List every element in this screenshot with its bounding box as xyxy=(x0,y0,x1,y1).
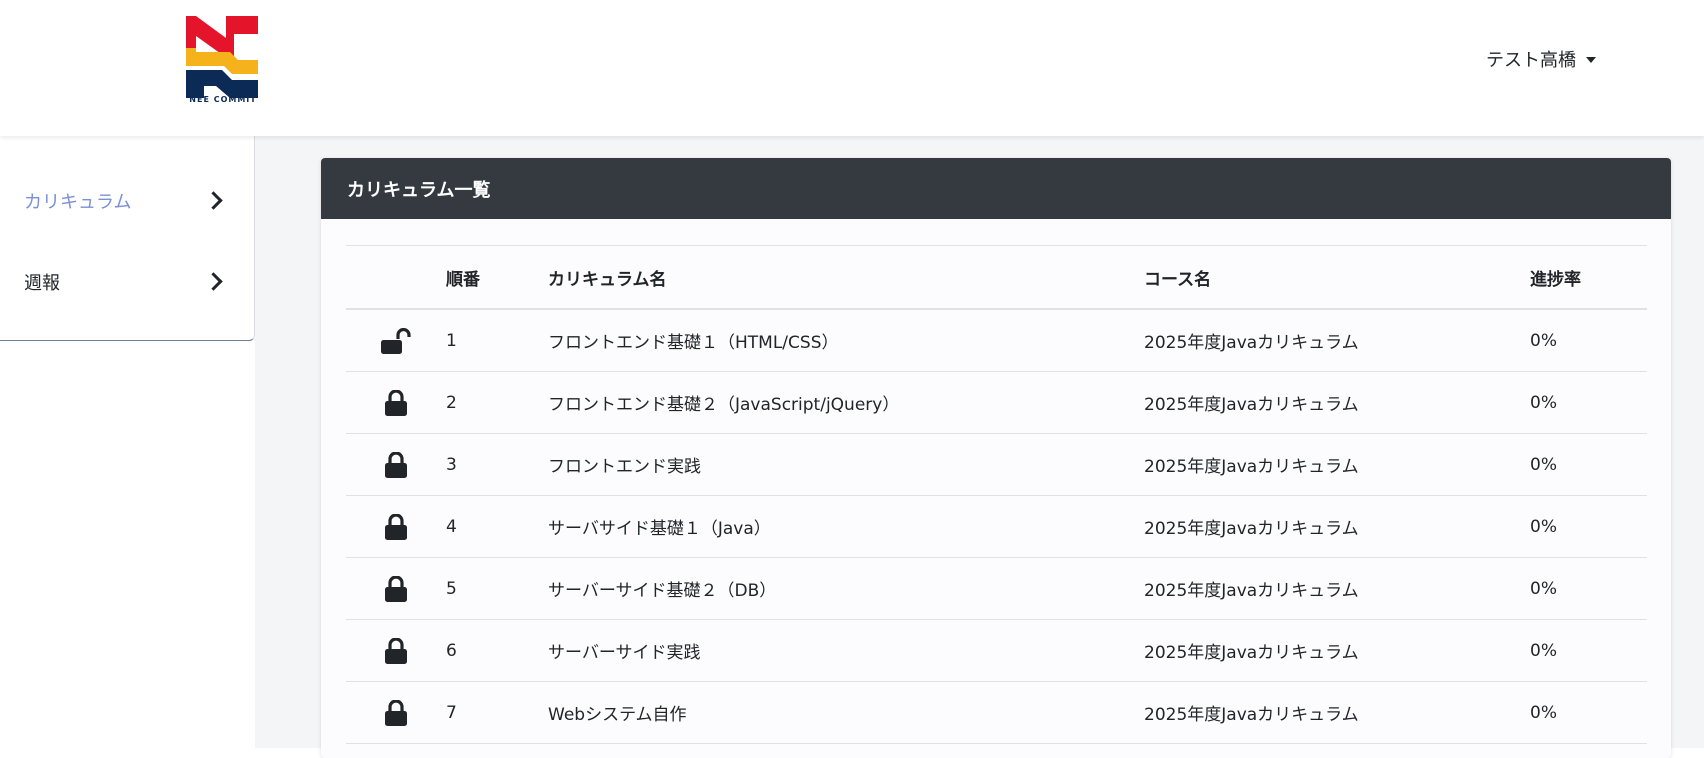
header-progress: 進捗率 xyxy=(1530,269,1581,290)
card-title: カリキュラム一覧 xyxy=(321,158,1671,219)
row-order: 5 xyxy=(446,578,457,599)
curriculum-card: カリキュラム一覧 順番 カリキュラム名 コース名 進捗率 1 フロントエンド基礎１… xyxy=(321,158,1671,758)
table-row[interactable]: 2 フロントエンド基礎２（JavaScript/jQuery） 2025年度Java… xyxy=(346,372,1647,434)
table-row[interactable]: 4 サーバサイド基礎１（Java） 2025年度Javaカリキュラム 0% xyxy=(346,496,1647,558)
row-course-name: 2025年度Javaカリキュラム xyxy=(1144,333,1359,353)
sidebar-nav: カリキュラム 週報 xyxy=(0,136,255,341)
sidebar-item-label: カリキュラム xyxy=(24,191,132,213)
table-row[interactable]: 5 サーバーサイド基礎２（DB） 2025年度Javaカリキュラム 0% xyxy=(346,558,1647,620)
lock-icon xyxy=(346,513,446,540)
row-progress: 0% xyxy=(1530,516,1557,537)
row-order: 6 xyxy=(446,640,457,661)
sidebar-item-curriculum[interactable]: カリキュラム xyxy=(0,160,254,241)
row-course-name: 2025年度Javaカリキュラム xyxy=(1144,457,1359,477)
sidebar-item-label: 週報 xyxy=(24,272,60,294)
row-course-name: 2025年度Javaカリキュラム xyxy=(1144,519,1359,539)
row-course-name: 2025年度Javaカリキュラム xyxy=(1144,705,1359,725)
row-progress: 0% xyxy=(1530,330,1557,351)
row-order: 3 xyxy=(446,454,457,475)
row-curriculum-name: フロントエンド実践 xyxy=(548,457,701,477)
row-order: 4 xyxy=(446,516,457,537)
row-curriculum-name: Webシステム自作 xyxy=(548,705,687,725)
caret-down-icon xyxy=(1586,57,1596,63)
chevron-right-icon xyxy=(204,191,223,210)
lock-icon xyxy=(346,389,446,416)
sidebar: カリキュラム 週報 xyxy=(0,136,255,748)
chevron-right-icon xyxy=(204,272,223,291)
curriculum-table: 順番 カリキュラム名 コース名 進捗率 1 フロントエンド基礎１（HTML/CSS… xyxy=(346,245,1647,744)
user-name: テスト高橋 xyxy=(1486,50,1576,71)
unlock-icon xyxy=(346,327,446,354)
logo-text: NEE COMMIT xyxy=(189,95,257,104)
user-menu-dropdown[interactable]: テスト高橋 xyxy=(1486,46,1596,72)
row-course-name: 2025年度Javaカリキュラム xyxy=(1144,643,1359,663)
table-row[interactable]: 1 フロントエンド基礎１（HTML/CSS） 2025年度Javaカリキュラム 0% xyxy=(346,310,1647,372)
row-progress: 0% xyxy=(1530,392,1557,413)
row-progress: 0% xyxy=(1530,578,1557,599)
lock-icon xyxy=(346,699,446,726)
row-curriculum-name: フロントエンド基礎１（HTML/CSS） xyxy=(548,333,839,353)
table-row[interactable]: 3 フロントエンド実践 2025年度Javaカリキュラム 0% xyxy=(346,434,1647,496)
row-curriculum-name: サーバーサイド実践 xyxy=(548,643,701,663)
row-progress: 0% xyxy=(1530,640,1557,661)
row-curriculum-name: サーバーサイド基礎２（DB） xyxy=(548,581,777,601)
row-order: 7 xyxy=(446,702,457,723)
row-curriculum-name: フロントエンド基礎２（JavaScript/jQuery） xyxy=(548,395,900,415)
row-progress: 0% xyxy=(1530,702,1557,723)
header-curriculum-name: カリキュラム名 xyxy=(548,269,667,290)
row-course-name: 2025年度Javaカリキュラム xyxy=(1144,395,1359,415)
table-row[interactable]: 6 サーバーサイド実践 2025年度Javaカリキュラム 0% xyxy=(346,620,1647,682)
main-content: カリキュラム一覧 順番 カリキュラム名 コース名 進捗率 1 フロントエンド基礎１… xyxy=(255,136,1704,758)
lock-icon xyxy=(346,575,446,602)
app-header: NEE COMMIT テスト高橋 xyxy=(0,0,1704,136)
header-order: 順番 xyxy=(446,269,480,290)
lock-icon xyxy=(346,451,446,478)
table-row[interactable]: 7 Webシステム自作 2025年度Javaカリキュラム 0% xyxy=(346,682,1647,744)
row-order: 1 xyxy=(446,330,457,351)
row-order: 2 xyxy=(446,392,457,413)
row-progress: 0% xyxy=(1530,454,1557,475)
sidebar-item-weekly-report[interactable]: 週報 xyxy=(0,241,254,322)
table-header-row: 順番 カリキュラム名 コース名 進捗率 xyxy=(346,246,1647,310)
row-curriculum-name: サーバサイド基礎１（Java） xyxy=(548,519,771,539)
row-course-name: 2025年度Javaカリキュラム xyxy=(1144,581,1359,601)
header-course-name: コース名 xyxy=(1144,269,1212,290)
lock-icon xyxy=(346,637,446,664)
